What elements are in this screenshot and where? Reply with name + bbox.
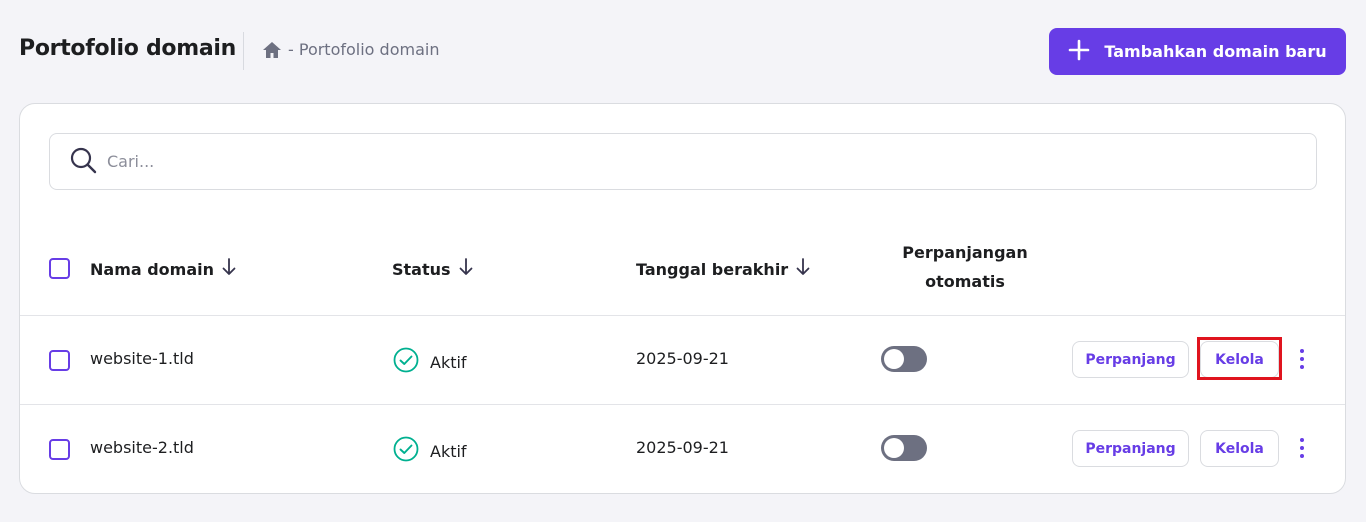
column-header-auto-renew-line2: otomatis <box>925 272 1005 291</box>
add-domain-label: Tambahkan domain baru <box>1104 42 1327 61</box>
column-header-auto-renew-line1: Perpanjangan <box>902 243 1028 262</box>
search-icon <box>69 146 97 178</box>
home-icon[interactable] <box>262 41 282 59</box>
row-divider <box>20 315 1345 316</box>
column-header-domain[interactable]: Nama domain <box>90 258 236 280</box>
renew-button[interactable]: Perpanjang <box>1072 430 1189 467</box>
check-circle-icon <box>393 347 419 377</box>
toggle-knob <box>884 438 904 458</box>
column-header-expiry-label: Tanggal berakhir <box>636 259 789 279</box>
add-domain-button[interactable]: Tambahkan domain baru <box>1049 28 1346 75</box>
expiry-date: 2025-09-21 <box>636 438 729 457</box>
expiry-date: 2025-09-21 <box>636 349 729 368</box>
column-header-domain-label: Nama domain <box>90 259 215 279</box>
auto-renew-toggle[interactable] <box>881 435 927 461</box>
auto-renew-toggle[interactable] <box>881 346 927 372</box>
column-header-auto-renew: Perpanjangan otomatis <box>875 238 1055 296</box>
column-header-expiry[interactable]: Tanggal berakhir <box>636 258 810 280</box>
sort-down-icon <box>222 258 236 280</box>
manage-button[interactable]: Kelola <box>1200 430 1279 467</box>
kebab-menu-icon[interactable] <box>1292 433 1312 463</box>
check-circle-icon <box>393 436 419 466</box>
search-input[interactable] <box>107 152 1207 171</box>
plus-icon <box>1068 39 1090 65</box>
column-header-status-label: Status <box>392 259 451 279</box>
kebab-menu-icon[interactable] <box>1292 344 1312 374</box>
column-header-status[interactable]: Status <box>392 258 473 280</box>
sort-down-icon <box>796 258 810 280</box>
domain-name[interactable]: website-1.tld <box>90 349 194 368</box>
domain-portfolio-card: Nama domain Status Tanggal berakhir Perp… <box>19 103 1346 494</box>
breadcrumb-current: - Portofolio domain <box>288 40 440 59</box>
toggle-knob <box>884 349 904 369</box>
domain-name[interactable]: website-2.tld <box>90 438 194 457</box>
breadcrumb: - Portofolio domain <box>262 40 439 59</box>
header-divider <box>243 32 244 70</box>
status-label: Aktif <box>430 441 467 461</box>
row-checkbox[interactable] <box>49 439 70 460</box>
renew-button[interactable]: Perpanjang <box>1072 341 1189 378</box>
select-all-checkbox[interactable] <box>49 258 70 279</box>
row-checkbox[interactable] <box>49 350 70 371</box>
page-title: Portofolio domain <box>19 36 236 61</box>
row-divider <box>20 404 1345 405</box>
search-box[interactable] <box>49 133 1317 190</box>
manage-button-highlight <box>1197 337 1282 380</box>
sort-down-icon <box>459 258 473 280</box>
status-cell: Aktif <box>393 347 467 377</box>
status-label: Aktif <box>430 352 467 372</box>
status-cell: Aktif <box>393 436 467 466</box>
